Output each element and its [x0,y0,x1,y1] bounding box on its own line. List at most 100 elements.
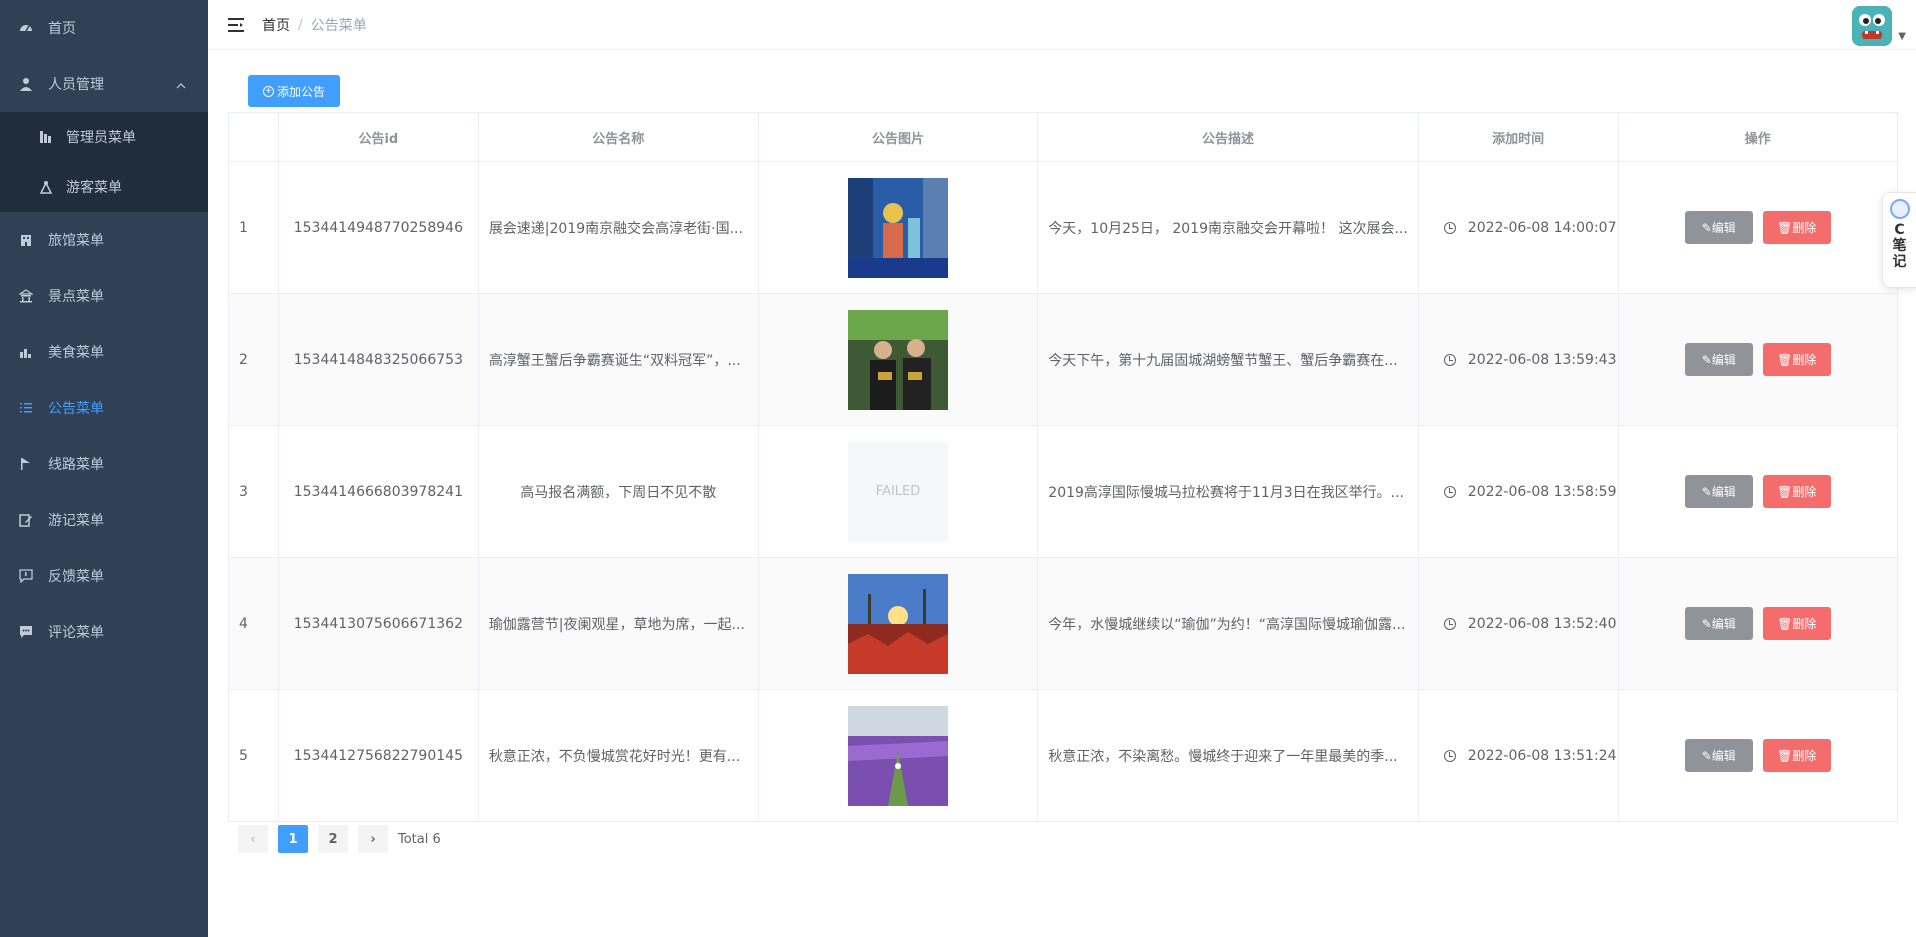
avatar[interactable] [1852,6,1893,46]
route-icon [18,456,34,472]
breadcrumb-separator: / [298,16,303,33]
notice-image[interactable] [848,309,949,410]
sidebar-item-route[interactable]: 线路菜单 [0,436,208,492]
page-2-button[interactable]: 2 [318,825,348,853]
row-name: 秋意正浓，不负慢城赏花好时光！更有... [488,748,741,765]
sidebar-item-admin[interactable]: 管理员菜单 [0,112,208,162]
delete-button[interactable]: 🗑 删除 [1762,211,1831,244]
sidebar-item-label: 管理员菜单 [66,130,136,146]
row-description: 今天，10月25日， 2019南京融交会开幕啦！ 这次展会... [1048,220,1408,237]
row-id: 1534412756822790145 [277,689,479,822]
row-actions: ✎ 编辑 🗑 删除 [1617,689,1899,822]
row-image-cell: FAILED [757,425,1039,558]
clock-icon [1443,485,1456,498]
edit-icon: ✎ [1701,748,1712,763]
row-name-cell: 高淳蟹王蟹后争霸赛诞生“双料冠军”，... [477,293,759,426]
row-description-cell: 今天，10月25日， 2019南京融交会开幕啦！ 这次展会... [1037,161,1419,294]
sidebar-item-label: 线路菜单 [48,457,104,473]
sidebar-item-label: 人员管理 [48,77,104,93]
submenu: 管理员菜单 游客菜单 [0,112,208,212]
row-actions: ✎ 编辑 🗑 删除 [1617,425,1899,558]
row-index: 2 [228,293,279,426]
row-name: 高淳蟹王蟹后争霸赛诞生“双料冠军”，... [488,352,741,369]
plus-circle-icon: + [262,85,274,97]
sidebar-item-label: 公告菜单 [48,401,104,417]
row-time-cell: 2022-06-08 13:58:59 [1417,425,1619,558]
sidebar-item-food[interactable]: 美食菜单 [0,324,208,380]
sidebar-item-label: 景点菜单 [48,289,104,305]
row-name-cell: 展会速递|2019南京融交会高淳老街·国... [477,161,759,294]
delete-label: 删除 [1792,485,1817,499]
clock-icon [1443,221,1456,234]
list-icon [18,400,34,416]
delete-button[interactable]: 🗑 删除 [1762,475,1831,508]
breadcrumb-home[interactable]: 首页 [262,15,290,35]
row-time: 2022-06-08 13:52:40 [1467,615,1617,632]
edit-label: 编辑 [1711,353,1736,367]
edit-icon: ✎ [1701,484,1712,499]
image-failed: FAILED [848,441,949,542]
sidebar-item-scenic[interactable]: 景点菜单 [0,268,208,324]
edit-button[interactable]: ✎ 编辑 [1684,739,1753,772]
sidebar-item-label: 评论菜单 [48,625,104,641]
header-description: 公告描述 [1037,112,1419,162]
sidebar-item-comment[interactable]: 评论菜单 [0,604,208,660]
sidebar-item-tourist[interactable]: 游客菜单 [0,162,208,212]
header-image: 公告图片 [757,112,1039,162]
sidebar-item-label: 游记菜单 [48,513,104,529]
page-1-button[interactable]: 1 [278,825,308,853]
sidebar-item-notice[interactable]: 公告菜单 [0,380,208,436]
user-icon [18,76,34,92]
comment-icon [18,624,34,640]
row-image-cell [757,293,1039,426]
table-row: 2 1534414848325066753 高淳蟹王蟹后争霸赛诞生“双料冠军”，… [228,293,1899,426]
notice-image[interactable] [848,573,949,674]
delete-label: 删除 [1792,749,1817,763]
trash-icon: 🗑 [1777,352,1793,367]
edit-button[interactable]: ✎ 编辑 [1684,211,1753,244]
row-time: 2022-06-08 14:00:07 [1467,219,1617,236]
pagination-total: Total 6 [398,831,441,847]
user-menu[interactable]: ▼ [1852,6,1906,46]
caret-down-icon[interactable]: ▼ [1898,31,1906,42]
building-icon [18,232,34,248]
delete-label: 删除 [1792,617,1817,631]
table-row: 1 1534414948770258946 展会速递|2019南京融交会高淳老街… [228,161,1899,294]
row-description-cell: 2019高淳国际慢城马拉松赛将于11月3日在我区举行。... [1037,425,1419,558]
tourist-icon [38,179,54,195]
row-image-cell [757,557,1039,690]
edit-icon: ✎ [1701,616,1712,631]
row-description-cell: 今年，水慢城继续以“瑜伽”为约！“高淳国际慢城瑜伽露... [1037,557,1419,690]
chevron-left-icon: ‹ [250,831,256,847]
sidebar-item-travelnote[interactable]: 游记菜单 [0,492,208,548]
sidebar-item-feedback[interactable]: 反馈菜单 [0,548,208,604]
hamburger-icon[interactable] [224,15,248,35]
dashboard-icon [18,20,34,36]
row-actions: ✎ 编辑 🗑 删除 [1617,557,1899,690]
delete-button[interactable]: 🗑 删除 [1762,607,1831,640]
edit-button[interactable]: ✎ 编辑 [1684,343,1753,376]
row-image-cell [757,689,1039,822]
next-page-button[interactable]: › [358,825,388,853]
row-index: 3 [228,425,279,558]
prev-page-button[interactable]: ‹ [238,825,268,853]
delete-button[interactable]: 🗑 删除 [1762,739,1831,772]
feedback-icon [18,568,34,584]
row-name-cell: 瑜伽露营节|夜阑观星，草地为席，一起... [477,557,759,690]
notice-image[interactable] [848,177,949,278]
notice-image[interactable] [848,705,949,806]
edit-button[interactable]: ✎ 编辑 [1684,607,1753,640]
row-id: 1534413075606671362 [277,557,479,690]
row-description-cell: 秋意正浓，不染离愁。慢城终于迎来了一年里最美的季... [1037,689,1419,822]
row-description: 秋意正浓，不染离愁。慢城终于迎来了一年里最美的季... [1048,748,1398,765]
sidebar-item-hotel[interactable]: 旅馆菜单 [0,212,208,268]
sidebar-item-home[interactable]: 首页 [0,0,208,56]
row-time-cell: 2022-06-08 13:51:24 [1417,689,1619,822]
add-notice-button[interactable]: + 添加公告 [248,75,340,107]
delete-label: 删除 [1792,353,1817,367]
edit-button[interactable]: ✎ 编辑 [1684,475,1753,508]
delete-button[interactable]: 🗑 删除 [1762,343,1831,376]
row-name: 瑜伽露营节|夜阑观星，草地为席，一起... [488,616,745,633]
note-side-tab[interactable]: C 笔 记 [1882,192,1916,288]
sidebar-item-user-management[interactable]: 人员管理 [0,56,208,112]
